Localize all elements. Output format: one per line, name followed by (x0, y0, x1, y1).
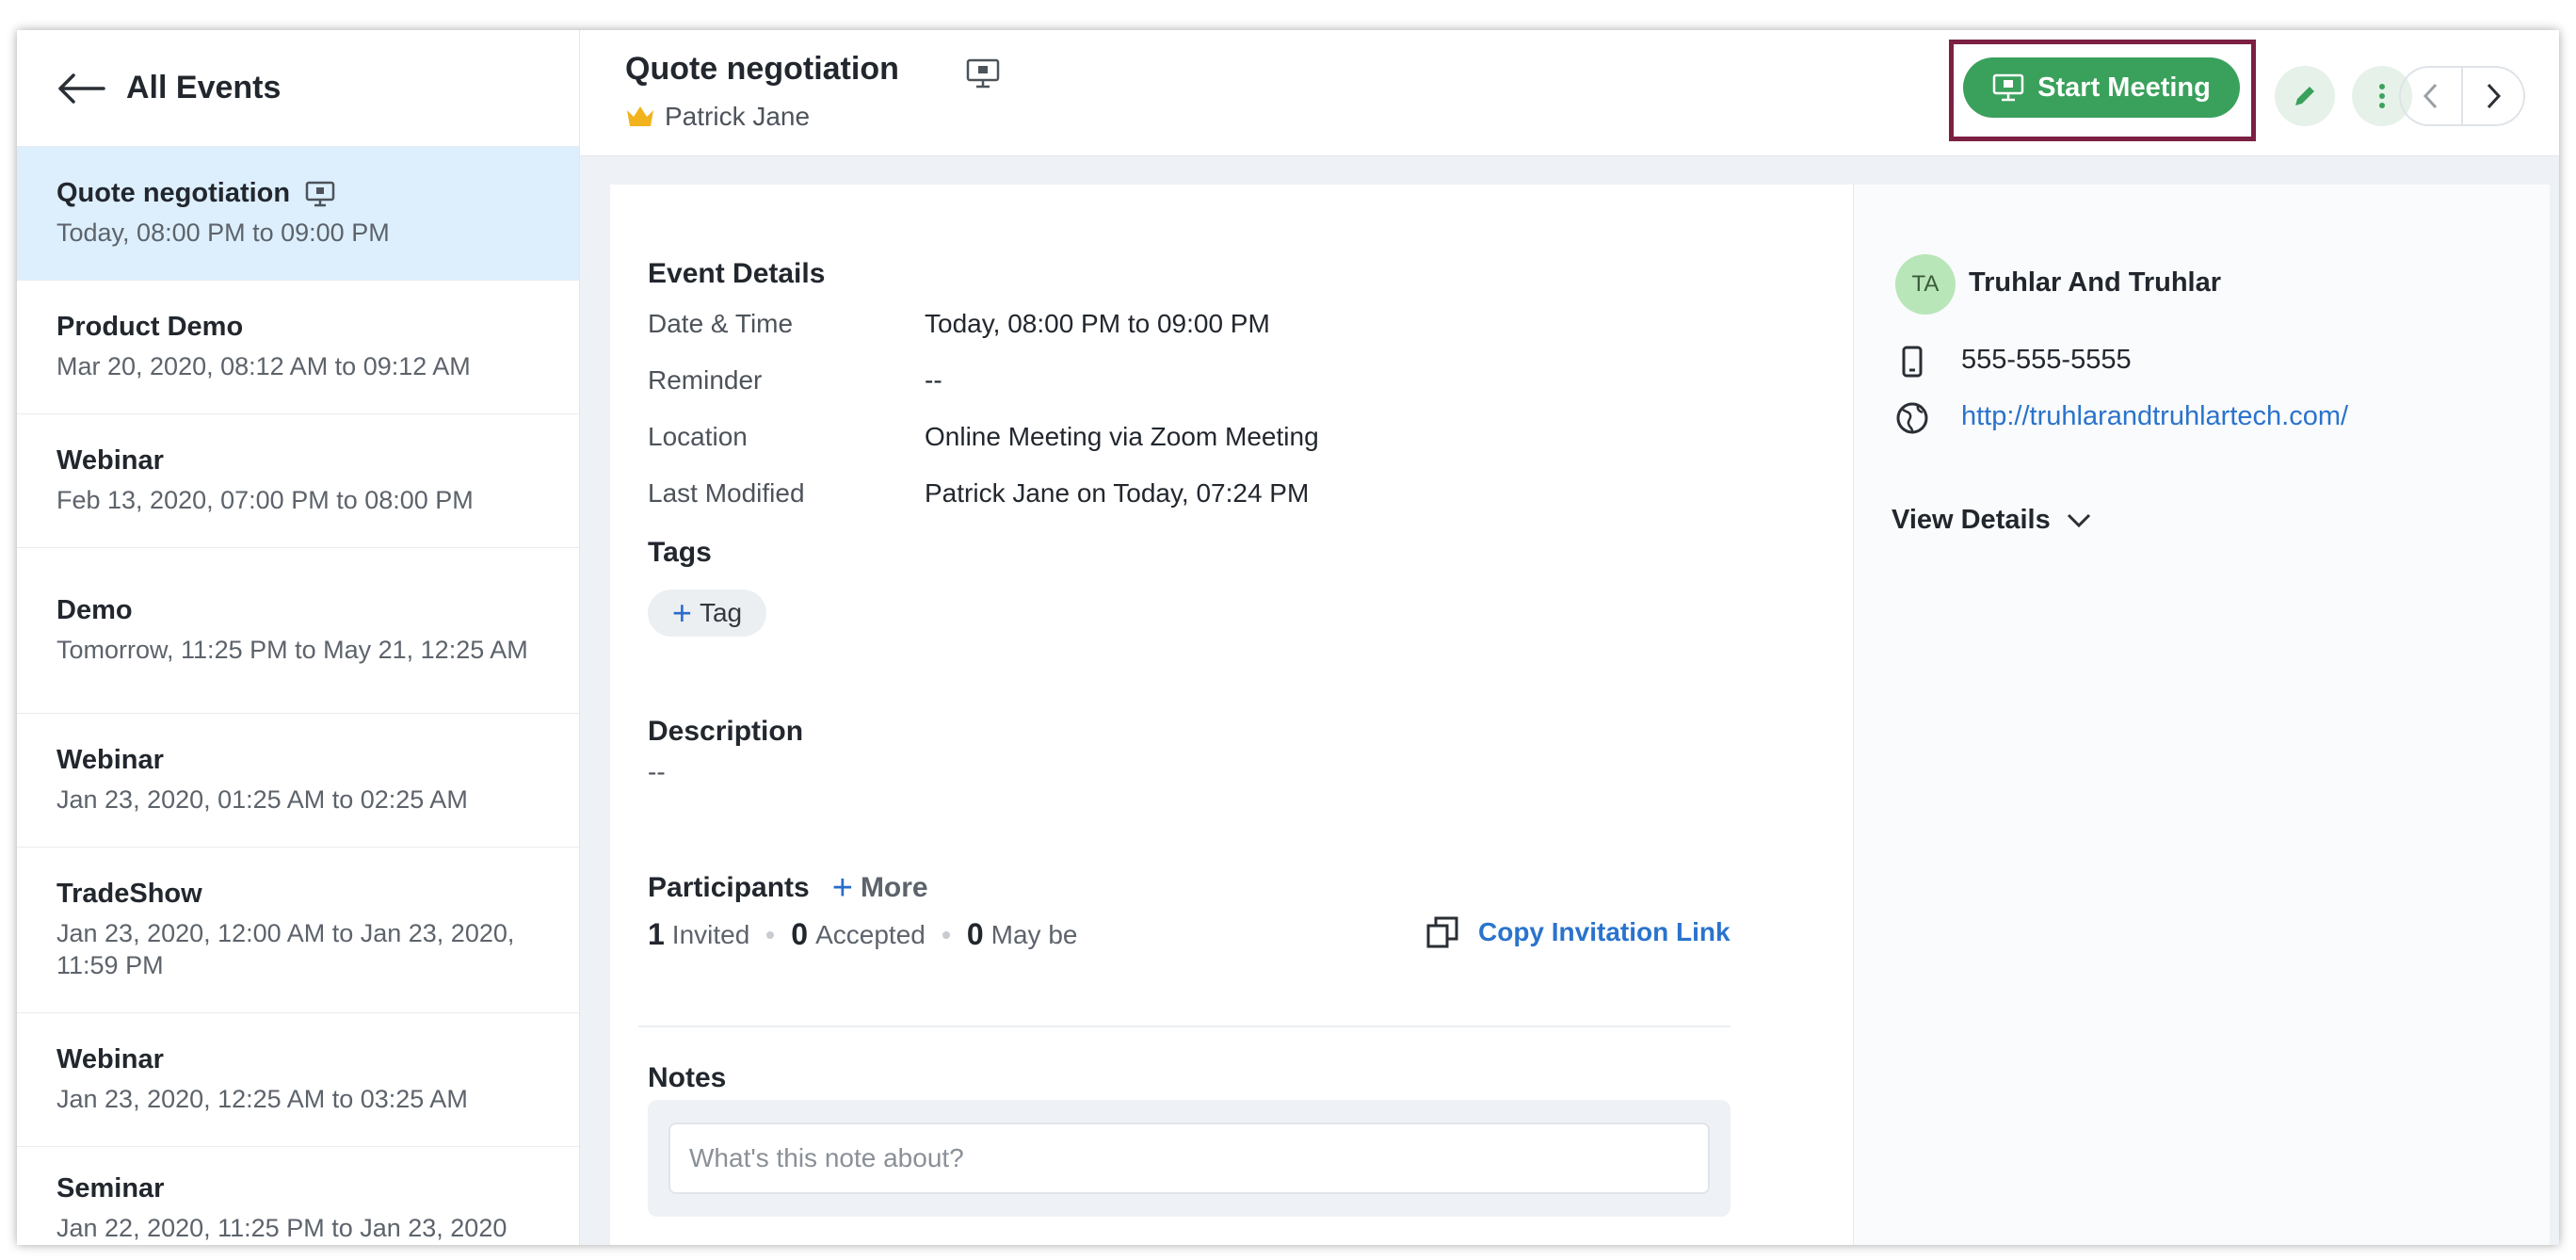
event-owner: Patrick Jane (625, 102, 810, 132)
event-time: Mar 20, 2020, 08:12 AM to 09:12 AM (56, 352, 471, 380)
detail-value: Patrick Jane on Today, 07:24 PM (925, 478, 1310, 508)
event-name: TradeShow (56, 879, 202, 909)
event-name: Webinar (56, 1044, 164, 1074)
detail-value: Today, 08:00 PM to 09:00 PM (925, 309, 1270, 338)
event-list-item[interactable]: TradeShow Jan 23, 2020, 12:00 AM to Jan … (17, 848, 579, 1013)
tags-heading: Tags (648, 537, 712, 568)
edit-button[interactable] (2275, 66, 2335, 126)
description-value: -- (648, 757, 666, 786)
detail-value: -- (925, 365, 942, 395)
event-time: Jan 23, 2020, 12:00 AM to Jan 23, 2020, … (56, 919, 515, 979)
event-time: Tomorrow, 11:25 PM to May 21, 12:25 AM (56, 636, 528, 664)
online-meeting-icon (305, 181, 335, 206)
detail-label: Reminder (648, 365, 763, 395)
event-time: Today, 08:00 PM to 09:00 PM (56, 218, 390, 247)
event-name: Demo (56, 595, 133, 625)
previous-record-button[interactable] (2401, 68, 2463, 124)
website-link[interactable]: http://truhlarandtruhlartech.com/ (1961, 401, 2348, 432)
participants-header: Participants + More (648, 870, 928, 906)
phone-number[interactable]: 555-555-5555 (1961, 345, 2132, 376)
events-sidebar: All Events Quote negotiation Today, 08:0… (17, 30, 580, 1245)
crown-icon (627, 106, 653, 126)
event-name: Seminar (56, 1173, 165, 1203)
sidebar-title: All Events (126, 70, 282, 105)
owner-name: Patrick Jane (665, 102, 811, 131)
detail-label: Last Modified (648, 478, 805, 508)
event-list-item[interactable]: Quote negotiation Today, 08:00 PM to 09:… (17, 147, 579, 281)
invited-label: Invited (671, 919, 750, 949)
participant-counts: 1 Invited 0 Accepted 0 May be (648, 917, 1077, 952)
add-tag-label: Tag (699, 598, 743, 627)
plus-icon: + (831, 868, 853, 908)
avatar: TA (1895, 254, 1956, 315)
accepted-label: Accepted (815, 919, 926, 949)
add-tag-button[interactable]: + Tag (648, 590, 766, 637)
online-meeting-icon (966, 58, 1000, 89)
notes-container (648, 1100, 1731, 1217)
view-details-label: View Details (1892, 505, 2051, 535)
event-time: Jan 22, 2020, 11:25 PM to Jan 23, 2020 (56, 1214, 507, 1242)
event-header: Quote negotiation Patrick Jane Start Mee… (580, 30, 2559, 156)
detail-label: Location (648, 422, 748, 451)
event-name: Quote negotiation (56, 178, 291, 208)
sidebar-header: All Events (17, 30, 579, 147)
start-meeting-highlight: Start Meeting (1949, 40, 2256, 141)
chevron-right-icon (2487, 83, 2502, 109)
record-navigation (2399, 66, 2525, 126)
event-list-item[interactable]: Webinar Jan 23, 2020, 01:25 AM to 02:25 … (17, 714, 579, 848)
event-details-card: Event Details Date & Time Today, 08:00 P… (610, 185, 1853, 1245)
globe-icon (1896, 402, 1928, 434)
account-name[interactable]: Truhlar And Truhlar (1969, 267, 2221, 299)
online-meeting-icon (1992, 73, 2024, 102)
pencil-icon (2295, 87, 2314, 105)
event-name: Webinar (56, 745, 164, 775)
chevron-left-icon (2423, 83, 2438, 109)
copy-invitation-link[interactable]: Copy Invitation Link (1425, 915, 1731, 949)
event-list-item[interactable]: Demo Tomorrow, 11:25 PM to May 21, 12:25… (17, 548, 579, 714)
vertical-ellipsis-icon (2379, 84, 2385, 108)
mobile-phone-icon (1902, 346, 1923, 378)
maybe-label: May be (990, 919, 1078, 949)
event-list-item[interactable]: Webinar Jan 23, 2020, 12:25 AM to 03:25 … (17, 1013, 579, 1147)
event-list-item[interactable]: Seminar Jan 22, 2020, 11:25 PM to Jan 23… (17, 1147, 579, 1245)
notes-heading: Notes (648, 1062, 727, 1093)
view-details-toggle[interactable]: View Details (1892, 505, 2092, 536)
note-input[interactable] (668, 1123, 1710, 1194)
maybe-count: 0 (966, 917, 984, 951)
chevron-down-icon (2067, 513, 2090, 527)
next-record-button[interactable] (2463, 68, 2523, 124)
event-name: Product Demo (56, 312, 244, 342)
plus-icon: + (671, 593, 692, 632)
detail-value: Online Meeting via Zoom Meeting (925, 422, 1319, 451)
start-meeting-label: Start Meeting (2037, 72, 2211, 103)
event-name: Webinar (56, 445, 164, 476)
copy-link-label: Copy Invitation Link (1478, 917, 1731, 946)
event-details-heading: Event Details (648, 258, 826, 289)
copy-icon (1426, 916, 1458, 948)
accepted-count: 0 (791, 917, 809, 951)
event-list-item[interactable]: Product Demo Mar 20, 2020, 08:12 AM to 0… (17, 281, 579, 414)
add-participants-button[interactable]: + More (832, 870, 928, 906)
invited-count: 1 (648, 917, 665, 951)
page-title: Quote negotiation (625, 51, 899, 87)
account-panel: TA Truhlar And Truhlar 555-555-5555 http… (1853, 185, 2550, 1245)
app-window: All Events Quote negotiation Today, 08:0… (17, 30, 2559, 1245)
back-arrow-icon[interactable] (56, 73, 105, 105)
participants-heading: Participants (648, 872, 810, 903)
start-meeting-button[interactable]: Start Meeting (1963, 57, 2240, 118)
event-time: Jan 23, 2020, 01:25 AM to 02:25 AM (56, 785, 468, 814)
description-heading: Description (648, 716, 804, 747)
event-time: Feb 13, 2020, 07:00 PM to 08:00 PM (56, 486, 474, 514)
more-label: More (860, 872, 928, 903)
separator-dot (942, 930, 950, 939)
section-divider (638, 1026, 1731, 1027)
detail-label: Date & Time (648, 309, 794, 338)
event-time: Jan 23, 2020, 12:25 AM to 03:25 AM (56, 1085, 468, 1113)
event-list-item[interactable]: Webinar Feb 13, 2020, 07:00 PM to 08:00 … (17, 414, 579, 548)
separator-dot (766, 930, 775, 939)
